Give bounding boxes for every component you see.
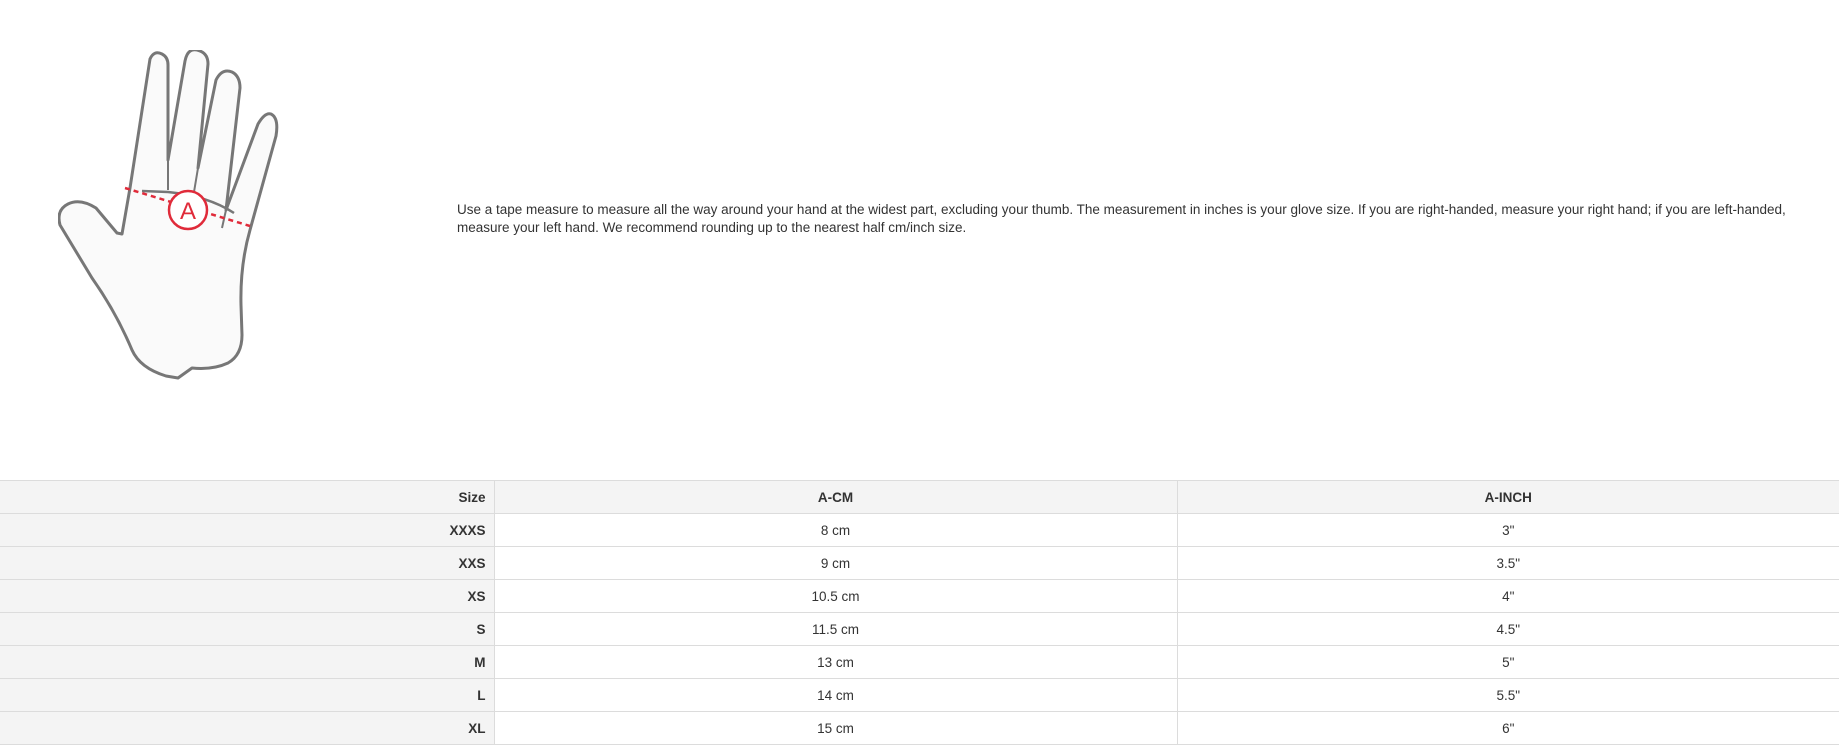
cm-cell: 11.5 cm (493, 612, 1178, 646)
table-row: XXXS 8 cm 3" (0, 513, 1839, 547)
cm-cell: 9 cm (493, 546, 1178, 580)
inch-cell: 3.5" (1176, 546, 1839, 580)
table-row: XL 15 cm 6" (0, 711, 1839, 745)
inch-cell: 3" (1176, 513, 1839, 547)
size-chart-table: Size A-CM A-INCH XXXS 8 cm 3" XXS 9 cm 3… (0, 480, 1839, 745)
table-row: M 13 cm 5" (0, 645, 1839, 679)
cm-cell: 10.5 cm (493, 579, 1178, 613)
size-cell: L (0, 678, 495, 712)
table-row: XS 10.5 cm 4" (0, 579, 1839, 613)
size-cell: XXXS (0, 513, 495, 547)
size-cell: XXS (0, 546, 495, 580)
header-a-cm: A-CM (493, 480, 1178, 514)
hand-measurement-diagram: A (58, 50, 328, 380)
cm-cell: 15 cm (493, 711, 1178, 745)
inch-cell: 4.5" (1176, 612, 1839, 646)
cm-cell: 13 cm (493, 645, 1178, 679)
inch-cell: 5.5" (1176, 678, 1839, 712)
inch-cell: 5" (1176, 645, 1839, 679)
cm-cell: 14 cm (493, 678, 1178, 712)
inch-cell: 4" (1176, 579, 1839, 613)
hand-icon: A (58, 50, 279, 380)
inch-cell: 6" (1176, 711, 1839, 745)
size-cell: XS (0, 579, 495, 613)
header-size: Size (0, 480, 495, 514)
table-row: XXS 9 cm 3.5" (0, 546, 1839, 580)
measure-marker-label: A (180, 198, 196, 225)
table-row: L 14 cm 5.5" (0, 678, 1839, 712)
measuring-instructions: Use a tape measure to measure all the wa… (457, 202, 1786, 235)
size-cell: S (0, 612, 495, 646)
size-cell: M (0, 645, 495, 679)
table-row: S 11.5 cm 4.5" (0, 612, 1839, 646)
table-header-row: Size A-CM A-INCH (0, 480, 1839, 514)
cm-cell: 8 cm (493, 513, 1178, 547)
header-a-inch: A-INCH (1176, 480, 1839, 514)
hand-outline (58, 50, 279, 380)
size-cell: XL (0, 711, 495, 745)
